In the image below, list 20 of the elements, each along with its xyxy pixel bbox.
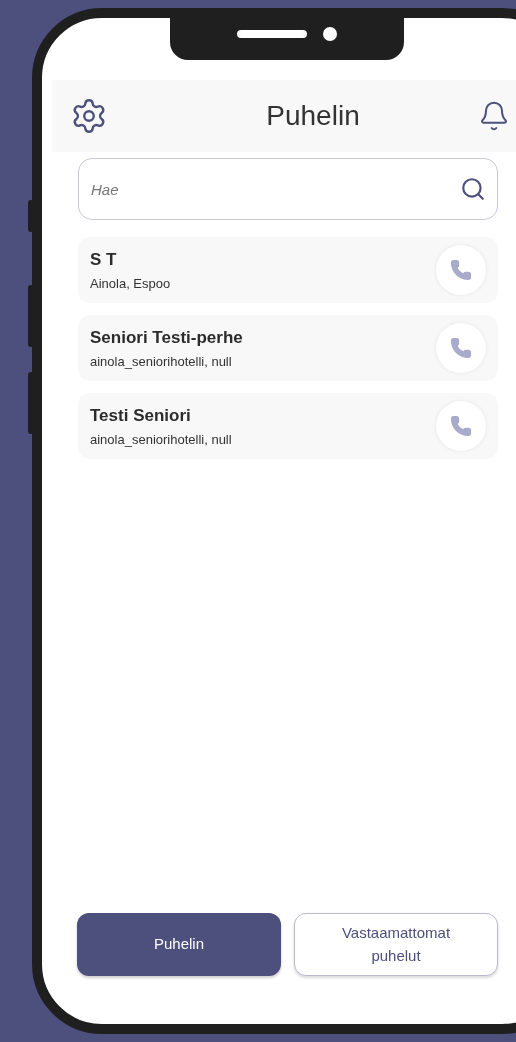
contact-location: ainola_seniorihotelli, null xyxy=(90,431,232,449)
bottom-tab[interactable]: Vastaamattomat puhelut xyxy=(294,913,498,976)
contact-card[interactable]: S T Ainola, Espoo xyxy=(78,237,498,303)
notification-icon[interactable] xyxy=(478,100,510,132)
page-title: Puhelin xyxy=(266,99,360,133)
contact-card[interactable]: Seniori Testi-perhe ainola_seniorihotelli, null xyxy=(78,315,498,381)
contact-card[interactable]: Testi Seniori ainola_seniorihotelli, null xyxy=(78,393,498,459)
camera-icon xyxy=(323,27,337,41)
contact-name: Testi Seniori xyxy=(90,404,192,427)
phone-icon xyxy=(450,259,472,281)
bottom-tab[interactable]: Puhelin xyxy=(77,913,281,976)
contact-name: Seniori Testi-perhe xyxy=(90,326,243,349)
contact-location: Ainola, Espoo xyxy=(90,275,171,293)
contact-location: ainola_seniorihotelli, null xyxy=(90,353,233,371)
phone-icon xyxy=(450,415,472,437)
speaker-icon xyxy=(237,30,307,38)
search-icon[interactable] xyxy=(460,176,486,202)
contact-name: S T xyxy=(90,248,118,271)
search-field[interactable]: Hae xyxy=(78,158,498,220)
phone-icon xyxy=(450,337,472,359)
